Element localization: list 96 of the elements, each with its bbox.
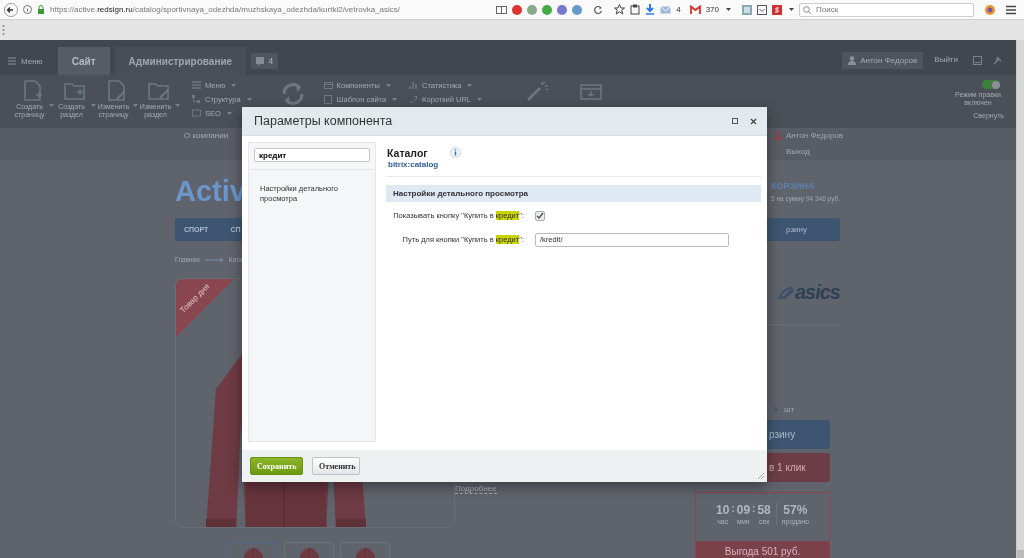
- back-icon[interactable]: [4, 2, 18, 17]
- lock-icon: [37, 5, 45, 14]
- dialog-title: Параметры компонента: [254, 114, 393, 128]
- menu-button[interactable]: Меню: [8, 47, 43, 75]
- mail-count: 4: [676, 5, 681, 14]
- component-id: bitrix:catalog: [387, 160, 439, 169]
- component-icon: [323, 81, 333, 90]
- extension-icon[interactable]: [572, 4, 583, 15]
- menu-icon[interactable]: [1006, 4, 1016, 15]
- logout-link[interactable]: Выйти: [934, 55, 958, 64]
- extension-icon[interactable]: [527, 4, 538, 15]
- caret-icon: [477, 97, 482, 102]
- structure-icon: [192, 95, 201, 104]
- search-field[interactable]: Поиск: [799, 2, 974, 17]
- thumbnail[interactable]: [228, 542, 278, 558]
- toggle-switch[interactable]: [982, 80, 1000, 89]
- download-icon[interactable]: [645, 4, 656, 15]
- folder-edit-icon: [148, 80, 170, 101]
- search-field[interactable]: кредит: [254, 148, 370, 162]
- caret-icon: [385, 83, 391, 88]
- caret-icon: [91, 103, 96, 108]
- cancel-button[interactable]: Отменить: [312, 457, 360, 475]
- document-icon: [192, 109, 201, 118]
- link-icon: [409, 95, 419, 104]
- extension-icon[interactable]: [512, 4, 523, 15]
- reload-icon[interactable]: [593, 4, 604, 15]
- chart-icon: [409, 81, 419, 90]
- info-icon[interactable]: [23, 5, 32, 14]
- arrow-icon: [204, 256, 224, 263]
- caret-icon: [726, 7, 731, 12]
- caret-icon: [231, 83, 237, 88]
- caret-icon: [789, 7, 794, 12]
- checkbox[interactable]: [535, 210, 545, 221]
- swoosh-icon: [777, 285, 794, 300]
- caret-icon: [246, 97, 252, 102]
- benefit-banner: Выгода 501 руб.: [696, 541, 829, 558]
- extension-icon[interactable]: [557, 4, 568, 15]
- caret-icon: [175, 103, 180, 108]
- group-header: Настройки детального просмотра: [386, 185, 761, 202]
- caret-icon: [467, 83, 473, 88]
- unit-label: шт: [784, 404, 795, 414]
- nav-link[interactable]: О компании: [184, 131, 229, 160]
- timer-separator: :: [752, 503, 756, 514]
- user-icon: [774, 131, 782, 140]
- component-name: Каталог: [387, 147, 429, 159]
- thumbnail[interactable]: [340, 542, 390, 558]
- user-button[interactable]: Антон Федоров: [842, 52, 924, 69]
- extension-icon[interactable]: [542, 4, 553, 15]
- more-link[interactable]: Подробнее: [455, 484, 497, 494]
- page-add-icon: [22, 80, 44, 101]
- extension-icon[interactable]: [985, 4, 995, 15]
- logout-link[interactable]: Выход: [774, 147, 862, 156]
- timer-separator: :: [731, 503, 735, 514]
- refresh-icon[interactable]: [279, 82, 306, 106]
- folder-add-icon: [64, 80, 86, 101]
- template-icon: [323, 95, 333, 104]
- address-field[interactable]: https://active.redsign.ru/catalog/sportivnaya_odezhda/muzhskaya_odezhda/kurtki2/vetrovka_asics/: [50, 5, 400, 14]
- window-icon[interactable]: [973, 56, 982, 65]
- pin-icon[interactable]: [993, 56, 1002, 65]
- tab[interactable]: Администрирование: [114, 47, 247, 75]
- grip-icon[interactable]: [2, 24, 5, 36]
- user-icon: [848, 56, 857, 65]
- mail-count: 370: [705, 5, 719, 14]
- timer-value: 57%: [783, 503, 808, 517]
- thumbnail[interactable]: [284, 542, 334, 558]
- save-button[interactable]: Сохранить: [250, 457, 303, 475]
- tab[interactable]: Сайт: [57, 47, 110, 75]
- wand-icon[interactable]: [526, 80, 550, 102]
- caret-icon: [226, 111, 232, 116]
- extension-icon[interactable]: [742, 4, 752, 15]
- message-icon: [256, 56, 265, 66]
- caret-icon: [392, 97, 398, 102]
- notification-count: 4: [268, 56, 274, 66]
- gmail-icon[interactable]: [689, 4, 701, 15]
- timer-value: 58: [757, 503, 771, 517]
- caret-icon: [49, 103, 54, 108]
- check-icon: [536, 212, 544, 219]
- close-icon[interactable]: [750, 117, 757, 125]
- extension-icon[interactable]: [772, 4, 782, 15]
- menu-icon: [8, 57, 16, 65]
- page-edit-icon: [106, 80, 128, 101]
- list-icon: [192, 81, 201, 90]
- reader-icon[interactable]: [496, 4, 508, 15]
- scrollbar[interactable]: [1016, 40, 1024, 558]
- nav-button[interactable]: рзину: [786, 218, 833, 241]
- caret-icon: [133, 103, 138, 108]
- star-icon[interactable]: [614, 4, 626, 15]
- timer-value: 10: [716, 503, 730, 517]
- monitor-icon[interactable]: [580, 84, 602, 101]
- user-link[interactable]: Антон Федоров: [786, 131, 844, 140]
- notifications-button[interactable]: 4: [251, 53, 279, 69]
- clipboard-icon[interactable]: [630, 4, 641, 15]
- resize-icon[interactable]: [757, 472, 765, 480]
- maximize-icon[interactable]: [732, 118, 738, 124]
- timer-value: 09: [736, 503, 751, 517]
- mail-icon[interactable]: [660, 4, 672, 15]
